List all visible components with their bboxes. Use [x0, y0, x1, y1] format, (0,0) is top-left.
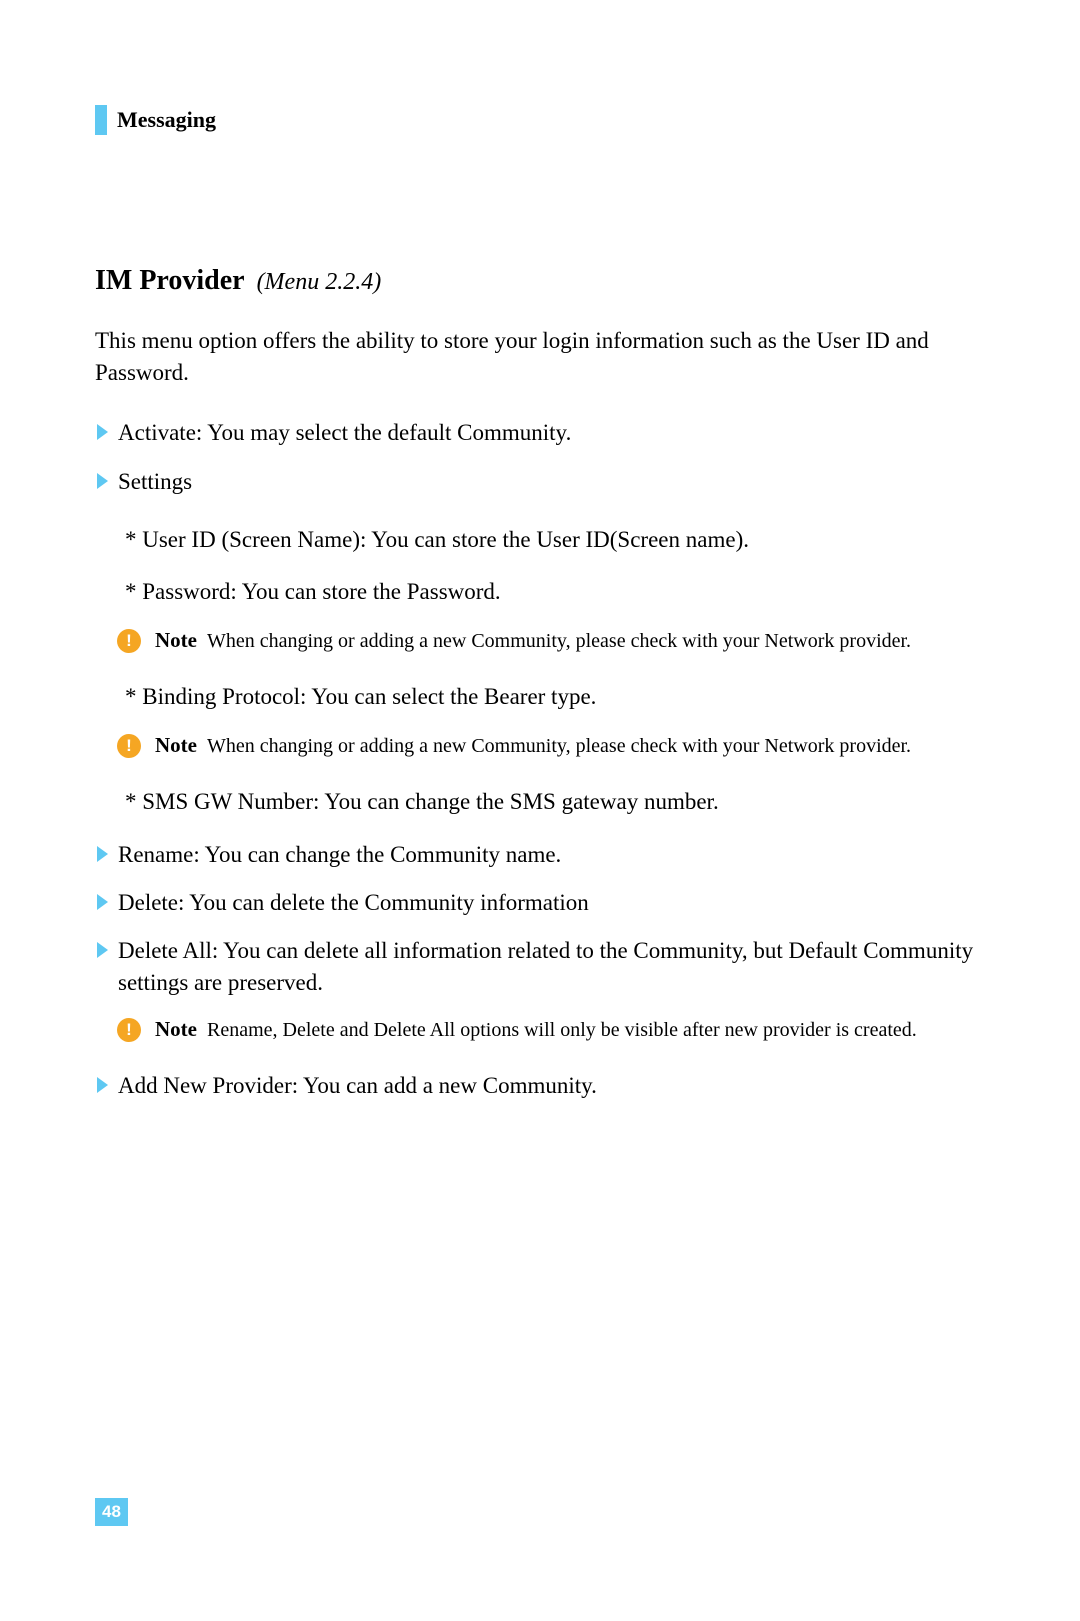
bullet-text: Settings [118, 466, 192, 498]
arrow-icon [97, 424, 108, 440]
page-content: Messaging IM Provider (Menu 2.2.4) This … [0, 0, 1080, 1102]
section-bar-icon [95, 105, 107, 135]
bullet-delete-all: Delete All: You can delete all informati… [95, 935, 985, 999]
sub-password: * Password: You can store the Password. [95, 576, 985, 608]
note-content: Note When changing or adding a new Commu… [155, 628, 911, 655]
section-title: Messaging [117, 107, 216, 133]
note-label: Note [155, 628, 197, 653]
bullet-delete: Delete: You can delete the Community inf… [95, 887, 985, 919]
arrow-icon [97, 473, 108, 489]
note-content: Note Rename, Delete and Delete All optio… [155, 1017, 917, 1044]
arrow-icon [97, 894, 108, 910]
sub-binding: * Binding Protocol: You can select the B… [95, 681, 985, 713]
bullet-activate: Activate: You may select the default Com… [95, 417, 985, 449]
note-label: Note [155, 733, 197, 758]
note-block-3: ! Note Rename, Delete and Delete All opt… [95, 1017, 985, 1044]
heading-menu-ref: (Menu 2.2.4) [257, 269, 382, 295]
section-header: Messaging [95, 105, 985, 135]
note-content: Note When changing or adding a new Commu… [155, 733, 911, 760]
page-number: 48 [95, 1498, 128, 1526]
bullet-text: Delete All: You can delete all informati… [118, 935, 985, 999]
note-icon: ! [117, 734, 141, 758]
bullet-add-new: Add New Provider: You can add a new Comm… [95, 1070, 985, 1102]
arrow-icon [97, 942, 108, 958]
note-text: Rename, Delete and Delete All options wi… [207, 1017, 917, 1044]
note-text: When changing or adding a new Community,… [207, 628, 911, 655]
bullet-text: Delete: You can delete the Community inf… [118, 887, 589, 919]
bullet-rename: Rename: You can change the Community nam… [95, 839, 985, 871]
bullet-text: Add New Provider: You can add a new Comm… [118, 1070, 597, 1102]
note-block-2: ! Note When changing or adding a new Com… [95, 733, 985, 760]
heading-main: IM Provider [95, 265, 245, 296]
bullet-text: Rename: You can change the Community nam… [118, 839, 561, 871]
bullet-settings: Settings [95, 466, 985, 498]
bullet-text: Activate: You may select the default Com… [118, 417, 571, 449]
sub-user-id: * User ID (Screen Name): You can store t… [95, 524, 985, 556]
intro-paragraph: This menu option offers the ability to s… [95, 325, 985, 389]
note-block-1: ! Note When changing or adding a new Com… [95, 628, 985, 655]
heading-row: IM Provider (Menu 2.2.4) [95, 265, 985, 297]
note-icon: ! [117, 629, 141, 653]
note-label: Note [155, 1017, 197, 1042]
sub-sms-gw: * SMS GW Number: You can change the SMS … [95, 786, 985, 818]
note-icon: ! [117, 1018, 141, 1042]
arrow-icon [97, 846, 108, 862]
note-text: When changing or adding a new Community,… [207, 733, 911, 760]
arrow-icon [97, 1077, 108, 1093]
